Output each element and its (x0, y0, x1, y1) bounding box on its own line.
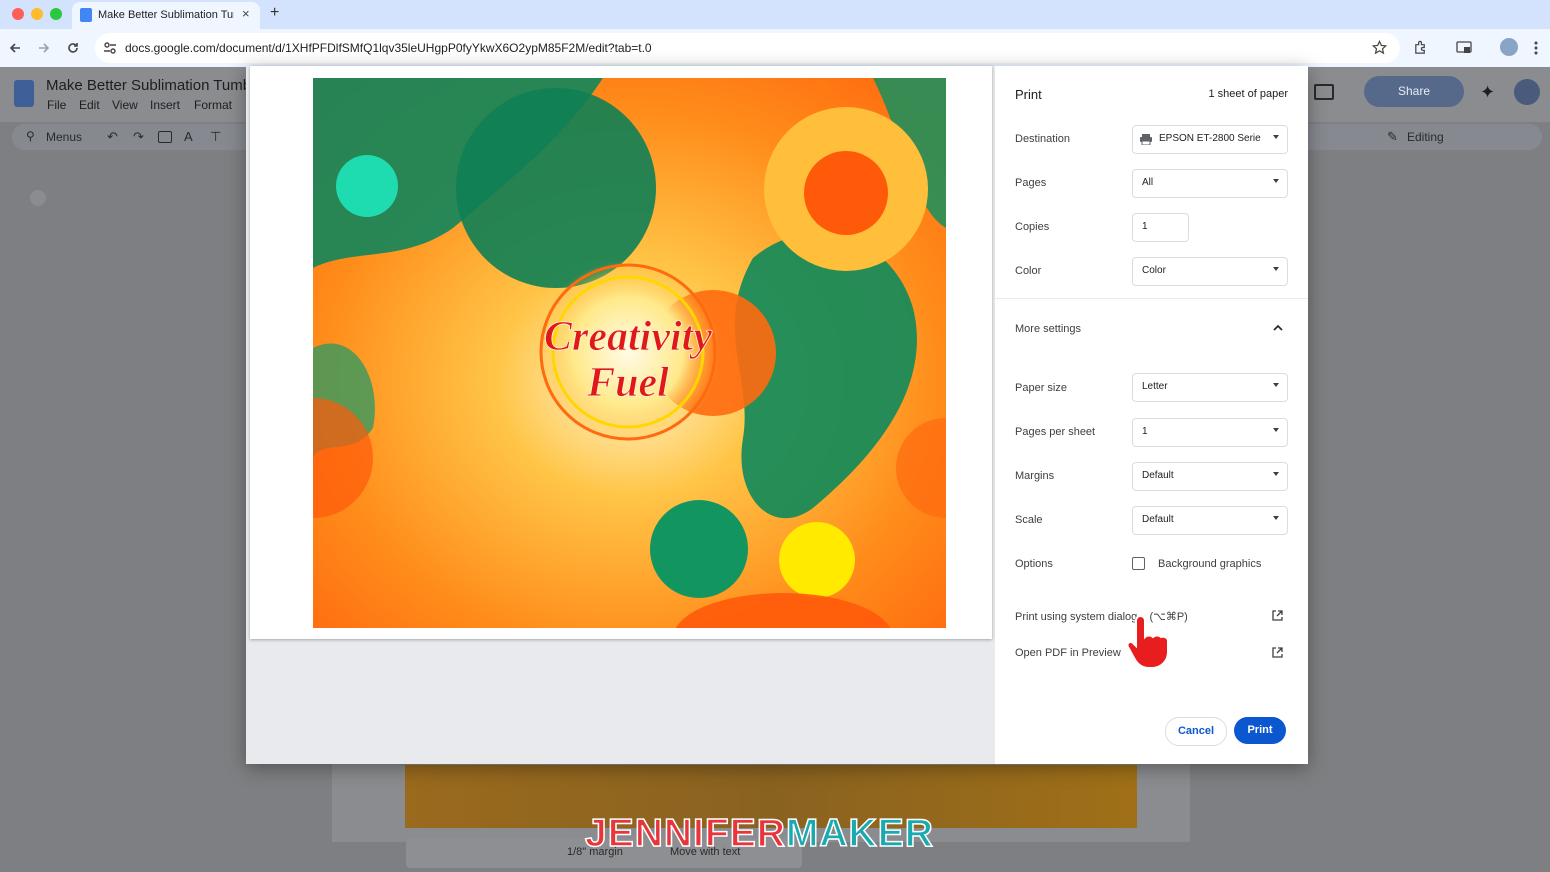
maximize-window-button[interactable] (50, 8, 62, 20)
menu-insert[interactable]: Insert (150, 98, 180, 112)
margins-label: Margins (1015, 470, 1055, 482)
print-button-label: Print (1247, 724, 1273, 736)
site-settings-icon[interactable] (103, 41, 117, 55)
color-value: Color (1142, 265, 1166, 276)
color-label: Color (1015, 265, 1042, 277)
cast-icon[interactable] (1456, 40, 1472, 55)
copies-label: Copies (1015, 221, 1050, 233)
bookmark-star-icon[interactable] (1372, 40, 1387, 55)
pages-per-sheet-value: 1 (1142, 426, 1148, 437)
copies-input[interactable]: 1 (1132, 213, 1189, 242)
paper-size-value: Letter (1142, 381, 1168, 392)
print-button[interactable]: Print (1234, 717, 1286, 744)
undo-icon[interactable]: ↶ (107, 129, 118, 145)
options-label: Options (1015, 558, 1053, 570)
editing-mode-label[interactable]: Editing (1407, 130, 1444, 144)
tab-title: Make Better Sublimation Tum (98, 9, 234, 21)
paper-size-select[interactable]: Letter (1132, 373, 1288, 402)
url-text: docs.google.com/document/d/1XHfPFDlfSMfQ… (125, 41, 652, 55)
chevron-up-icon[interactable] (1273, 324, 1283, 331)
pages-value: All (1142, 177, 1154, 188)
pages-per-sheet-label: Pages per sheet (1015, 426, 1096, 438)
pages-caret-icon (1273, 179, 1279, 183)
close-window-button[interactable] (12, 8, 24, 20)
search-menus-label[interactable]: Menus (46, 130, 82, 144)
printer-icon (1140, 134, 1152, 145)
pointing-hand-cursor-icon (1126, 614, 1169, 669)
art-text-line2: Fuel (586, 360, 669, 406)
preview-artwork: Creativity Fuel (313, 78, 946, 628)
print-preview-area: Creativity Fuel (246, 66, 995, 764)
scale-caret-icon (1273, 516, 1279, 520)
address-bar[interactable]: docs.google.com/document/d/1XHfPFDlfSMfQ… (95, 33, 1400, 63)
background-graphics-checkbox[interactable] (1132, 557, 1145, 570)
color-select[interactable]: Color (1132, 257, 1288, 286)
cancel-button-label: Cancel (1177, 725, 1215, 737)
new-tab-button[interactable]: + (270, 4, 279, 22)
destination-select[interactable]: EPSON ET-2800 Serie (1132, 125, 1288, 154)
menu-edit[interactable]: Edit (79, 98, 100, 112)
back-arrow-icon[interactable] (8, 41, 22, 55)
external-link-icon[interactable] (1272, 647, 1283, 658)
profile-avatar[interactable] (1500, 38, 1518, 56)
menu-format[interactable]: Format (194, 98, 232, 112)
margins-value: Default (1142, 470, 1174, 481)
print-dialog-title: Print (1015, 87, 1042, 102)
gemini-star-icon[interactable]: ✦ (1480, 82, 1495, 103)
color-caret-icon (1273, 267, 1279, 271)
scale-value: Default (1142, 514, 1174, 525)
paper-size-caret-icon (1273, 383, 1279, 387)
margins-select[interactable]: Default (1132, 462, 1288, 491)
pages-select[interactable]: All (1132, 169, 1288, 198)
external-link-icon[interactable] (1272, 610, 1283, 621)
menu-view[interactable]: View (112, 98, 138, 112)
destination-caret-icon (1273, 135, 1279, 139)
edit-pencil-icon: ✎ (1387, 129, 1398, 144)
watercolor-art: Creativity Fuel (313, 78, 946, 628)
docs-favicon-icon (80, 8, 92, 22)
art-text-line1: Creativity (544, 314, 712, 360)
browser-tab-bar: Make Better Sublimation Tum × + (0, 0, 1550, 29)
cancel-button[interactable]: Cancel (1165, 717, 1227, 746)
docs-logo-icon[interactable] (14, 80, 34, 107)
browser-tab[interactable]: Make Better Sublimation Tum × (72, 2, 260, 29)
forward-arrow-icon[interactable] (37, 41, 51, 55)
document-title[interactable]: Make Better Sublimation Tumb (46, 77, 251, 94)
scale-select[interactable]: Default (1132, 506, 1288, 535)
outline-icon[interactable] (30, 190, 46, 206)
tab-close-icon[interactable]: × (242, 6, 250, 21)
more-vertical-icon[interactable] (1533, 40, 1539, 56)
settings-divider (995, 298, 1308, 299)
paint-format-icon[interactable]: ⊤ (210, 129, 221, 145)
more-settings-toggle[interactable]: More settings (1015, 323, 1081, 335)
browser-toolbar: docs.google.com/document/d/1XHfPFDlfSMfQ… (0, 29, 1550, 67)
margins-caret-icon (1273, 472, 1279, 476)
paper-size-label: Paper size (1015, 382, 1067, 394)
reload-icon[interactable] (66, 41, 80, 55)
brand-watermark: JENNIFERMAKER (584, 811, 934, 856)
menu-file[interactable]: File (47, 98, 66, 112)
print-preview-page: Creativity Fuel (250, 66, 992, 639)
copies-value: 1 (1142, 221, 1148, 232)
user-avatar[interactable] (1514, 79, 1540, 105)
minimize-window-button[interactable] (31, 8, 43, 20)
background-graphics-label[interactable]: Background graphics (1158, 558, 1261, 570)
meet-icon[interactable] (1314, 84, 1334, 100)
redo-icon[interactable]: ↷ (133, 129, 144, 145)
pages-per-sheet-caret-icon (1273, 428, 1279, 432)
spellcheck-icon[interactable]: A (184, 129, 193, 144)
watermark-part1: JENNIFER (584, 811, 786, 856)
scale-label: Scale (1015, 514, 1043, 526)
pages-label: Pages (1015, 177, 1047, 189)
sheet-count: 1 sheet of paper (1208, 88, 1288, 100)
pages-per-sheet-select[interactable]: 1 (1132, 418, 1288, 447)
destination-label: Destination (1015, 133, 1071, 145)
extensions-icon[interactable] (1413, 40, 1428, 55)
share-label: Share (1398, 84, 1431, 98)
print-icon[interactable] (158, 131, 172, 143)
search-menus-icon[interactable]: ⚲ (26, 129, 35, 143)
watermark-part2: MAKER (785, 811, 934, 856)
open-pdf-link[interactable]: Open PDF in Preview (1015, 647, 1121, 659)
destination-value: EPSON ET-2800 Serie (1159, 133, 1261, 144)
